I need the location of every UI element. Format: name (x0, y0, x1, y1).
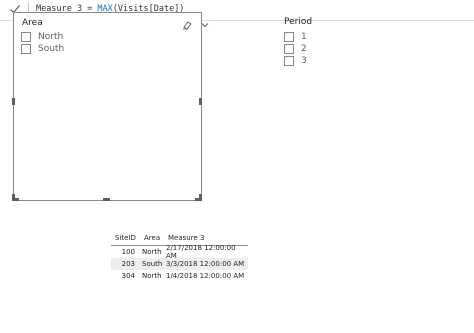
area-item-label: North (38, 32, 64, 42)
checkbox[interactable] (284, 32, 294, 42)
cell-measure3: 2/17/2018 12:00:00 AM (166, 244, 236, 260)
eraser-icon[interactable] (182, 20, 192, 30)
cell-area: North (142, 248, 162, 256)
area-slicer[interactable]: Area North South (13, 12, 209, 201)
area-item-label: South (38, 44, 65, 54)
table-row: 304 North 1/4/2018 12:00:00 AM (111, 270, 248, 282)
cell-measure3: 3/3/2018 12:00:00 AM (166, 260, 245, 268)
resize-handle-bottom-left-v[interactable] (12, 194, 15, 201)
chevron-down-icon[interactable] (200, 20, 210, 30)
checkbox[interactable] (21, 32, 31, 42)
period-item-label: 3 (301, 56, 307, 66)
table-visual[interactable]: SiteID Area Measure 3 100 North 2/17/201… (111, 231, 248, 282)
slicer-header-icons (182, 20, 210, 30)
column-header-measure3[interactable]: Measure 3 (168, 234, 248, 242)
cell-siteid: 203 (121, 260, 135, 268)
area-item-south[interactable]: South (21, 44, 64, 54)
period-item-2[interactable]: 2 (284, 44, 307, 54)
cell-siteid: 304 (121, 272, 135, 280)
column-header-siteid[interactable]: SiteID (111, 234, 142, 242)
checkbox[interactable] (21, 44, 31, 54)
checkbox[interactable] (284, 44, 294, 54)
column-header-area[interactable]: Area (142, 234, 168, 242)
table-row: 100 North 2/17/2018 12:00:00 AM (111, 244, 248, 260)
period-item-label: 1 (301, 32, 307, 42)
period-slicer-title: Period (284, 17, 313, 27)
area-item-north[interactable]: North (21, 32, 63, 42)
period-item-3[interactable]: 3 (284, 56, 307, 66)
cell-area: North (142, 272, 162, 280)
period-item-label: 2 (301, 44, 307, 54)
cell-area: South (142, 260, 163, 268)
resize-handle-right[interactable] (199, 98, 202, 105)
cell-siteid: 100 (121, 248, 135, 256)
cell-measure3: 1/4/2018 12:00:00 AM (166, 272, 245, 280)
period-item-1[interactable]: 1 (284, 32, 307, 42)
checkbox[interactable] (284, 56, 294, 66)
area-slicer-title: Area (22, 18, 43, 28)
resize-handle-left[interactable] (12, 98, 15, 105)
table-row: 203 South 3/3/2018 12:00:00 AM (111, 258, 248, 270)
resize-handle-bottom[interactable] (103, 198, 110, 201)
resize-handle-bottom-right-v[interactable] (199, 194, 202, 201)
